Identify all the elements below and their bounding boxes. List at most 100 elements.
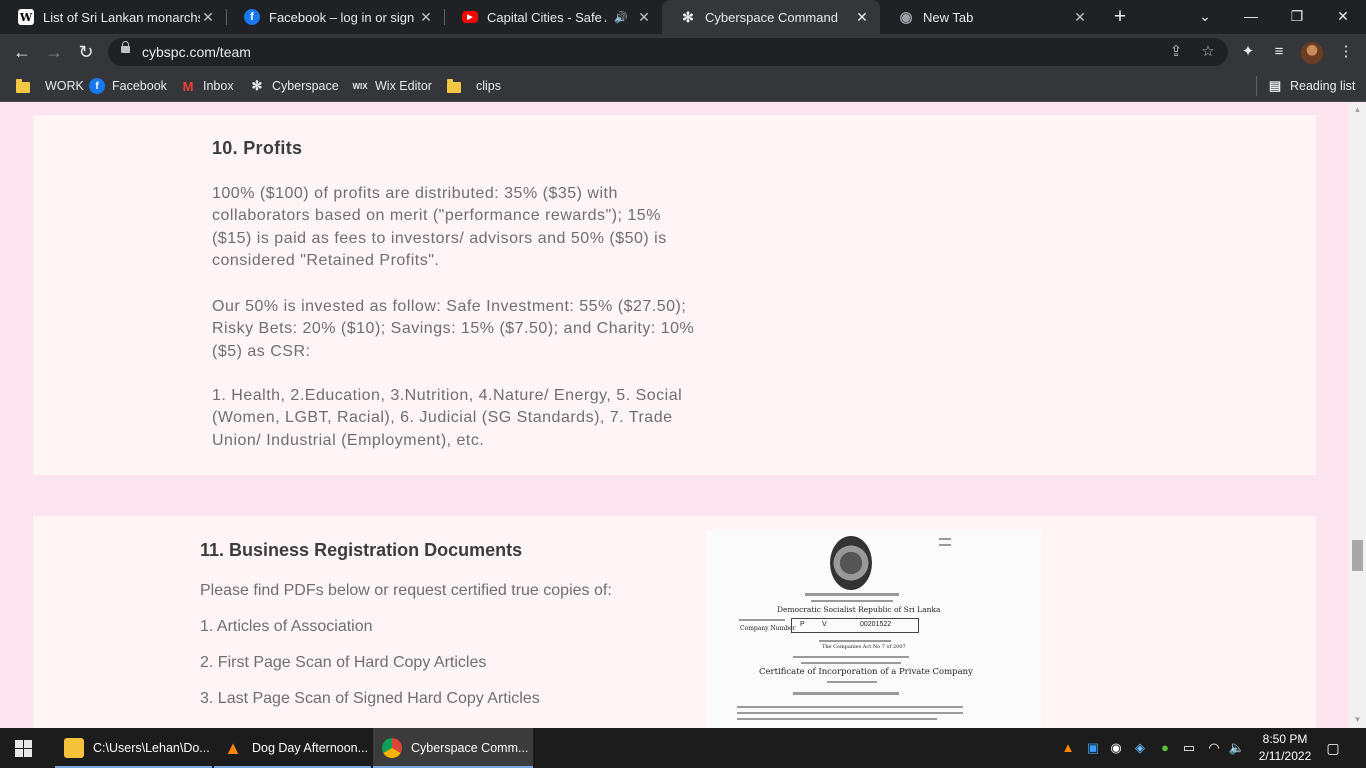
browser-toolbar: ← → ↻ cybspc.com/team ⇪ ☆ ✦ ≡ ⋮ — [0, 34, 1366, 70]
scroll-down-arrow-icon[interactable]: ▼ — [1349, 713, 1366, 727]
bookmark-divider — [1256, 76, 1257, 96]
company-number: 00201522 — [860, 621, 892, 628]
windows-start-icon[interactable] — [15, 740, 32, 757]
taskbar-chrome[interactable]: Cyberspace Comm... — [373, 728, 533, 768]
bookmark-facebook[interactable]: f Facebook — [89, 76, 167, 96]
folder-icon — [447, 79, 461, 93]
wifi-icon[interactable]: ◠ — [1205, 738, 1223, 758]
number-label-line — [739, 619, 785, 621]
sinhala-text-line — [805, 593, 899, 596]
bookmarks-bar: WORK f Facebook M Inbox ✻ Cyberspace WIX… — [0, 70, 1366, 102]
bookmark-wix-editor[interactable]: WIX Wix Editor — [350, 76, 432, 96]
back-arrow-icon[interactable]: ← — [8, 38, 36, 66]
tab-title: New Tab — [923, 9, 974, 25]
profits-paragraph: 100% ($100) of profits are distributed: … — [212, 185, 667, 270]
tab-cyberspace-command[interactable]: ✻ Cyberspace Command ✕ — [662, 0, 880, 34]
sri-lanka-emblem-icon — [830, 536, 872, 590]
restore-button[interactable]: ❐ — [1274, 0, 1320, 34]
bookmark-label: Inbox — [203, 79, 234, 93]
tab-new-tab[interactable]: ◉ New Tab ✕ — [880, 0, 1098, 34]
bookmark-cyberspace[interactable]: ✻ Cyberspace — [249, 76, 339, 96]
certificate-image[interactable]: Democratic Socialist Republic of Sri Lan… — [707, 530, 1041, 728]
torrent-tray-icon[interactable]: ● — [1156, 738, 1174, 758]
bookmark-label: WORK — [45, 79, 84, 93]
vlc-tray-icon[interactable]: ▲ — [1059, 738, 1077, 758]
bookmark-work[interactable]: WORK — [16, 76, 84, 96]
battery-icon[interactable]: ▭ — [1180, 738, 1198, 758]
reload-icon[interactable]: ↻ — [72, 38, 100, 66]
profile-avatar[interactable] — [1301, 42, 1323, 64]
wikipedia-icon: W — [18, 9, 34, 25]
taskbar-vlc[interactable]: ▲ Dog Day Afternoon... — [214, 728, 371, 768]
tab-close-icon[interactable]: ✕ — [636, 9, 652, 26]
more-menu-icon[interactable]: ⋮ — [1336, 42, 1356, 62]
security-tray-icon[interactable]: ◉ — [1107, 738, 1125, 758]
scrollbar-thumb[interactable] — [1352, 540, 1363, 571]
media-control-icon[interactable]: ≡ — [1269, 42, 1289, 62]
tab-youtube[interactable]: ▶ Capital Cities - Safe And 🔊 ✕ — [444, 0, 662, 34]
number-prefix: V — [822, 621, 827, 628]
taskbar-label: C:\Users\Lehan\Do... — [93, 741, 210, 755]
reading-list-label: Reading list — [1290, 79, 1356, 93]
bookmark-star-icon[interactable]: ☆ — [1197, 42, 1219, 62]
scan-mark — [939, 538, 951, 540]
reading-list-button[interactable]: ▤ Reading list — [1267, 76, 1355, 96]
sinhala-text-line — [793, 692, 899, 695]
vlc-icon: ▲ — [224, 737, 242, 758]
bookmark-label: Cyberspace — [272, 79, 339, 93]
republic-line: Democratic Socialist Republic of Sri Lan… — [777, 605, 941, 614]
profits-heading: 10. Profits — [212, 138, 303, 158]
extensions-icon[interactable]: ✦ — [1238, 42, 1258, 62]
certificate-title: Certificate of Incorporation of a Privat… — [759, 667, 973, 677]
chrome-icon — [382, 738, 402, 758]
tab-search-icon[interactable]: ⌄ — [1182, 0, 1228, 34]
company-number-label: Company Number — [740, 625, 796, 632]
share-icon[interactable]: ⇪ — [1165, 42, 1187, 62]
sinhala-text-line — [819, 640, 891, 642]
file-explorer-icon — [64, 738, 84, 758]
sinhala-text-line — [793, 656, 909, 658]
company-number-box: P V 00201522 — [791, 618, 919, 633]
bookmark-inbox[interactable]: M Inbox — [180, 76, 234, 96]
address-bar[interactable]: cybspc.com/team ⇪ ☆ — [108, 38, 1228, 66]
document-item[interactable]: 2. First Page Scan of Hard Copy Articles — [200, 654, 486, 672]
tamil-text-line — [801, 662, 901, 664]
bookmark-label: clips — [476, 79, 502, 93]
new-tab-button[interactable]: + — [1108, 4, 1132, 30]
document-item[interactable]: 3. Last Page Scan of Signed Hard Copy Ar… — [200, 690, 540, 708]
tab-wikipedia[interactable]: W List of Sri Lankan monarchs - ✕ — [0, 0, 226, 34]
forward-arrow-icon[interactable]: → — [40, 38, 68, 66]
bookmark-clips[interactable]: clips — [447, 76, 501, 96]
tab-facebook[interactable]: f Facebook – log in or sign up ✕ — [226, 0, 444, 34]
tab-close-icon[interactable]: ✕ — [418, 9, 434, 26]
speaker-icon[interactable]: 🔊 — [614, 11, 628, 24]
investment-paragraph: Our 50% is invested as follow: Safe Inve… — [212, 298, 695, 360]
body-text-line — [737, 718, 937, 720]
minimize-button[interactable]: — — [1228, 0, 1274, 34]
windows-taskbar: C:\Users\Lehan\Do... ▲ Dog Day Afternoon… — [0, 728, 1366, 768]
network-app-tray-icon[interactable]: ▣ — [1084, 738, 1102, 758]
sync-tray-icon[interactable]: ◈ — [1131, 738, 1149, 758]
chrome-icon: ◉ — [899, 9, 913, 26]
registration-section: 11. Business Registration Documents Plea… — [33, 516, 1316, 728]
url-text[interactable]: cybspc.com/team — [142, 44, 251, 60]
facebook-icon: f — [89, 78, 105, 94]
body-text-line — [737, 712, 963, 714]
scroll-up-arrow-icon[interactable]: ▲ — [1349, 103, 1366, 117]
tab-title: Facebook – log in or sign up — [269, 9, 418, 25]
registration-heading: 11. Business Registration Documents — [200, 540, 523, 560]
scrollbar-track[interactable] — [1349, 103, 1366, 728]
system-clock[interactable]: 8:50 PM 2/11/2022 — [1255, 731, 1315, 765]
notification-icon[interactable]: ▢ — [1323, 738, 1343, 758]
document-item[interactable]: 1. Articles of Association — [200, 618, 373, 636]
tab-title: List of Sri Lankan monarchs - — [43, 9, 200, 25]
lock-icon[interactable] — [121, 41, 130, 53]
tab-close-icon[interactable]: ✕ — [1072, 9, 1088, 26]
volume-icon[interactable]: 🔈 — [1228, 738, 1246, 758]
taskbar-file-explorer[interactable]: C:\Users\Lehan\Do... — [55, 728, 212, 768]
tab-close-icon[interactable]: ✕ — [200, 9, 216, 26]
tab-close-icon[interactable]: ✕ — [854, 9, 870, 26]
folder-icon — [16, 79, 30, 93]
gmail-icon: M — [182, 78, 194, 94]
close-button[interactable]: ✕ — [1320, 0, 1366, 34]
